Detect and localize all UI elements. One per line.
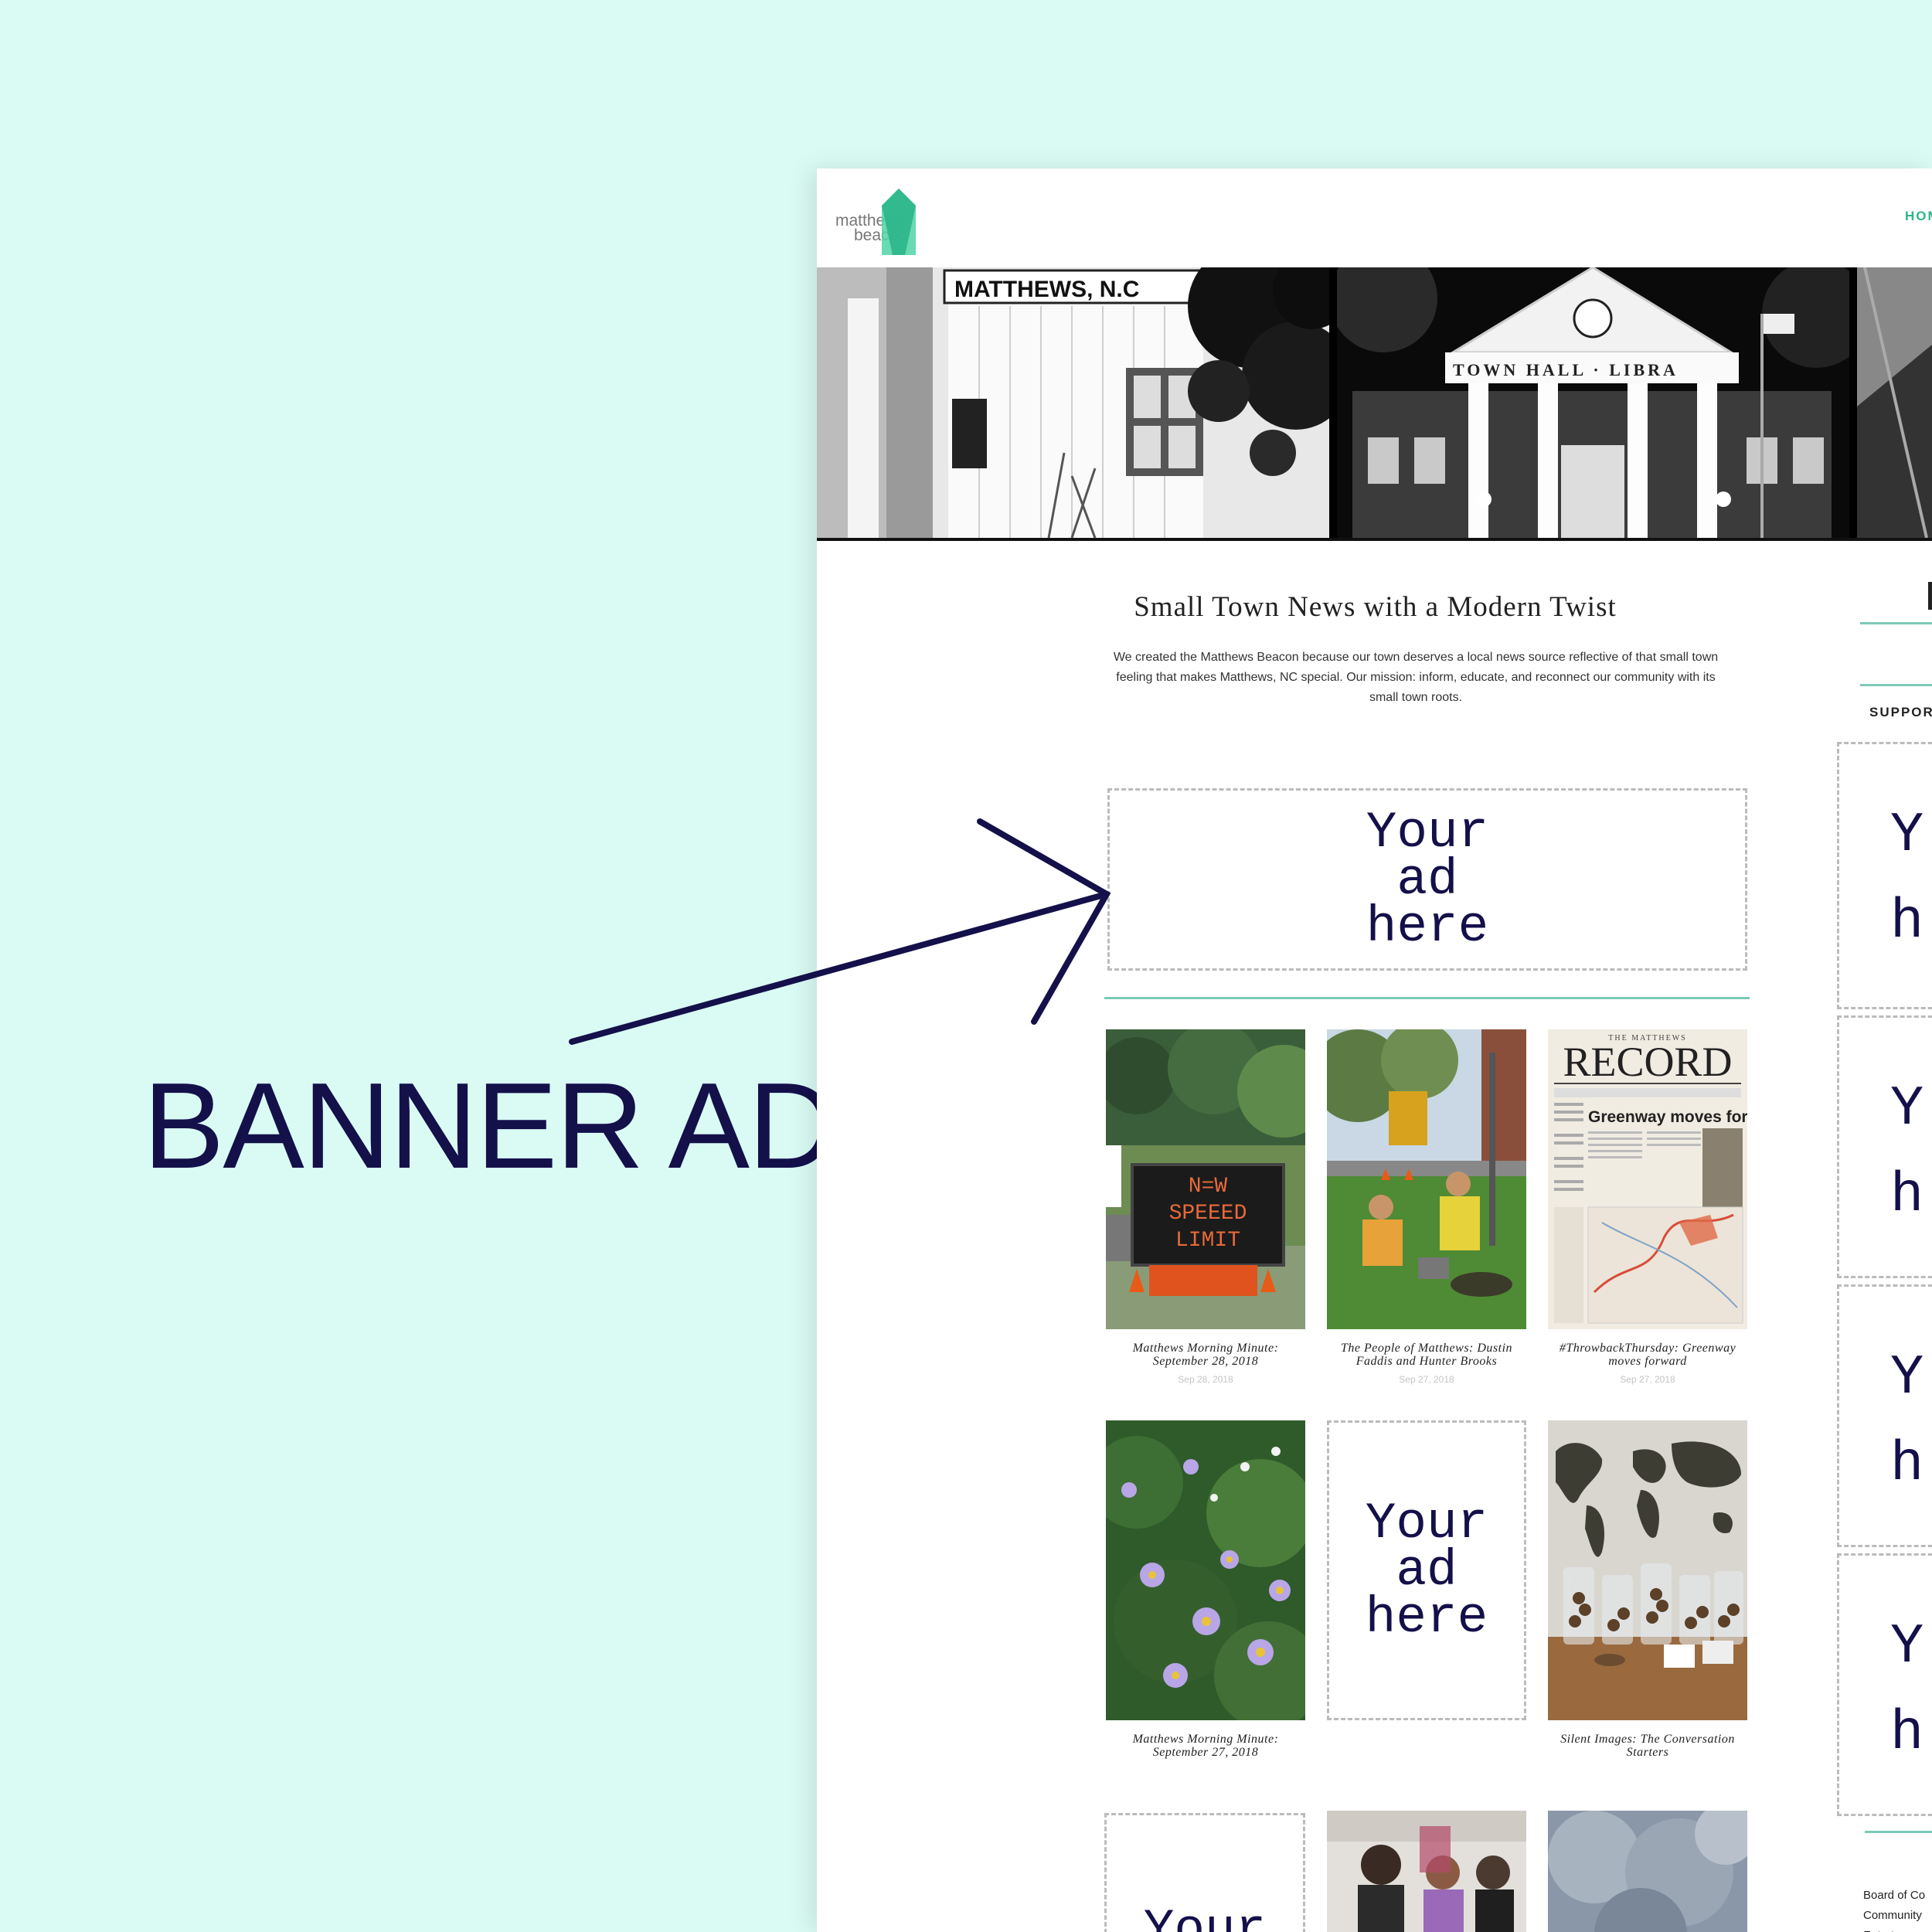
post-card[interactable]: Matthews Morning Minute: September 27, 2…: [1106, 1420, 1305, 1759]
nav-home-link[interactable]: HOM: [1905, 209, 1932, 224]
post-title[interactable]: Silent Images: The Conversation Starters: [1548, 1733, 1747, 1759]
post-card[interactable]: THE MATTHEWS RECORD Greenway moves forwa…: [1548, 1029, 1747, 1385]
grid-ad-text: Your: [1143, 1901, 1267, 1932]
sidebar-link[interactable]: Board of Co: [1863, 1886, 1925, 1906]
sidebar-ad-text: Y h: [1890, 1346, 1924, 1496]
hero-photo-sign: MATTHEWS, N.C: [817, 267, 1329, 538]
site-logo[interactable]: matthews beacon: [835, 182, 928, 255]
grid-ad-text: Your ad here: [1365, 1494, 1488, 1647]
post-thumbnail-speed-sign: N=W SPEEED LIMIT: [1106, 1029, 1305, 1329]
sidebar-link[interactable]: Community: [1863, 1906, 1925, 1926]
post-title[interactable]: The People of Matthews: Dustin Faddis an…: [1327, 1342, 1526, 1368]
banner-ad-annotation-label: BANNER AD: [143, 1058, 836, 1194]
post-thumbnail-sky[interactable]: [1548, 1811, 1747, 1932]
sidebar-ad-slot[interactable]: Y h: [1837, 742, 1932, 1009]
sidebar-ad-slot[interactable]: Y h: [1837, 1553, 1932, 1816]
post-card[interactable]: Silent Images: The Conversation Starters: [1548, 1420, 1747, 1759]
obelisk-icon: [882, 189, 916, 255]
post-thumbnail-world-map: [1548, 1420, 1747, 1720]
grid-ad-slot[interactable]: Your: [1104, 1813, 1305, 1932]
sidebar-link-list: Board of Co Community Entert: [1863, 1886, 1925, 1932]
website-page: matthews beacon HO MATTHEWS, N.C TOWN HA…: [817, 168, 1932, 1932]
grid-ad-slot[interactable]: Your ad here: [1327, 1420, 1526, 1720]
intro-title: Small Town News with a Modern Twist: [1134, 591, 1617, 623]
sign-text-line1: N=W: [1189, 1175, 1228, 1199]
post-card[interactable]: The People of Matthews: Dustin Faddis an…: [1327, 1029, 1526, 1385]
sidebar-support-heading: SUPPOR: [1869, 705, 1932, 719]
sidebar-link[interactable]: Entert: [1863, 1926, 1925, 1932]
sidebar-ad-text: Y h: [1890, 1615, 1924, 1765]
sidebar-divider: [1860, 684, 1932, 686]
hero-building-text: TOWN HALL · LIBRA: [1453, 360, 1679, 379]
sidebar-ad-text: Y h: [1890, 1077, 1924, 1227]
hero-image-strip: MATTHEWS, N.C TOWN HALL · LIBRA: [817, 267, 1932, 541]
sidebar-ad-slot[interactable]: Y h: [1837, 1015, 1932, 1278]
post-thumbnail-workers: [1327, 1029, 1526, 1329]
post-date: Sep 27, 2018: [1399, 1374, 1454, 1385]
post-date: Sep 28, 2018: [1178, 1374, 1233, 1385]
sign-text-line2: SPEEED: [1169, 1202, 1247, 1226]
paper-name: RECORD: [1563, 1039, 1732, 1085]
sidebar-divider: [1860, 622, 1932, 624]
banner-ad-text: Your ad here: [1366, 803, 1489, 956]
post-title[interactable]: Matthews Morning Minute: September 28, 2…: [1106, 1342, 1305, 1368]
banner-ad-slot[interactable]: Your ad here: [1107, 788, 1747, 971]
hero-photo-town-hall: TOWN HALL · LIBRA: [1337, 267, 1849, 538]
post-title[interactable]: Matthews Morning Minute: September 27, 2…: [1106, 1733, 1305, 1759]
sign-text-line3: LIMIT: [1175, 1229, 1240, 1253]
post-card[interactable]: N=W SPEEED LIMIT Matthews Morning Minute…: [1106, 1029, 1305, 1385]
hero-sign-text: MATTHEWS, N.C: [954, 277, 1139, 302]
intro-body: We created the Matthews Beacon because o…: [1113, 651, 1719, 704]
sidebar-ad-text: Y h: [1890, 804, 1924, 954]
hero-photo-partial: [1857, 267, 1932, 538]
sidebar-ad-slot[interactable]: Y h: [1837, 1284, 1932, 1547]
post-thumbnail-flowers: [1106, 1420, 1305, 1720]
sidebar-heading-fragment: [1928, 582, 1932, 610]
paper-headline: Greenway moves forward: [1588, 1108, 1747, 1126]
divider: [1104, 997, 1750, 999]
post-thumbnail-newspaper: THE MATTHEWS RECORD Greenway moves forwa…: [1548, 1029, 1747, 1329]
post-title[interactable]: #ThrowbackThursday: Greenway moves forwa…: [1548, 1342, 1747, 1368]
post-date: Sep 27, 2018: [1620, 1374, 1675, 1385]
post-thumbnail-people[interactable]: [1327, 1811, 1526, 1932]
sidebar-divider: [1865, 1831, 1932, 1833]
